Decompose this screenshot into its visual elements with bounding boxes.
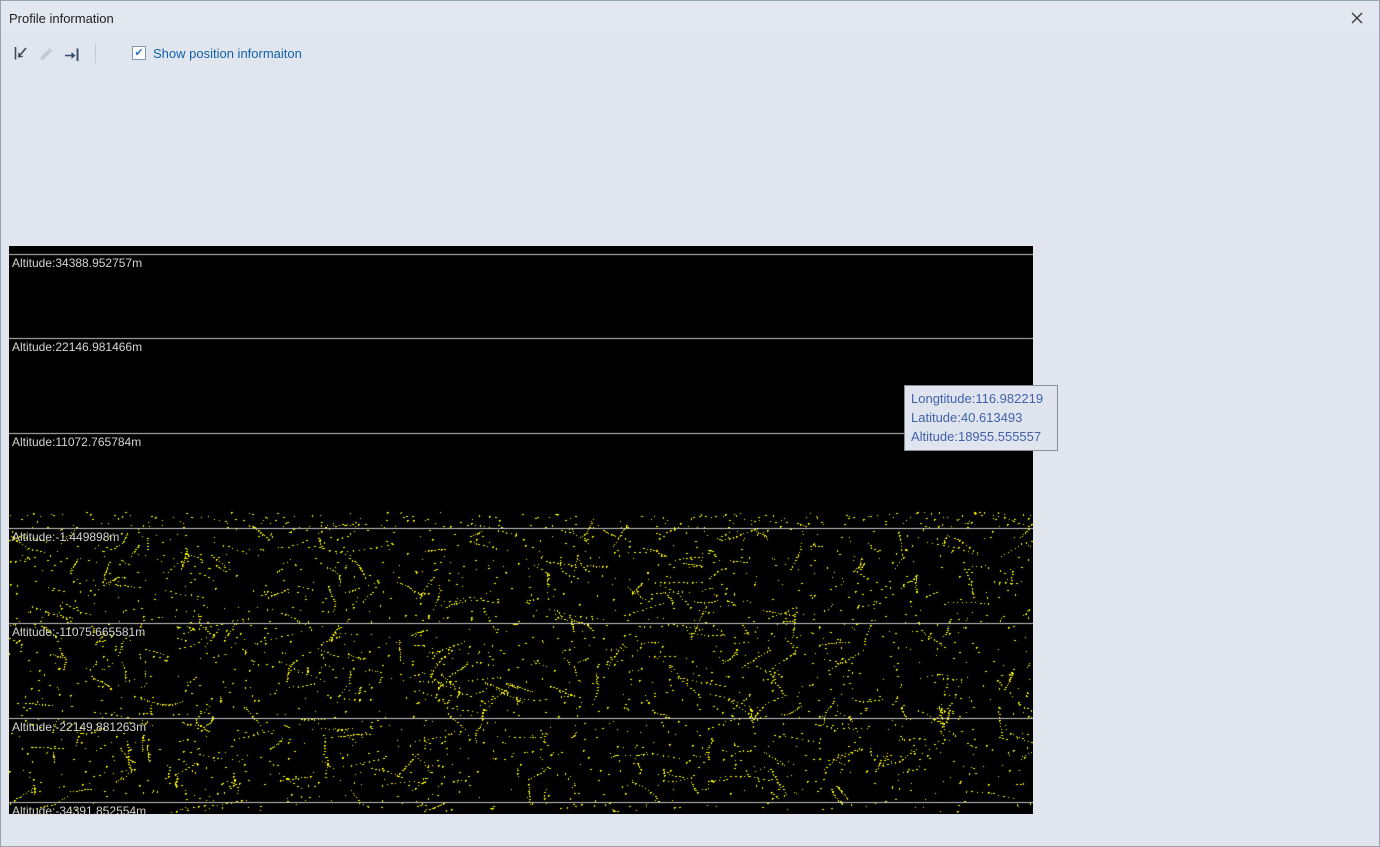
- toolbar-separator: [95, 43, 96, 63]
- window-title: Profile information: [9, 11, 114, 26]
- draw-profile-line-icon[interactable]: [7, 40, 33, 66]
- edit-profile-icon[interactable]: [33, 40, 59, 66]
- profile-information-window: Profile information: [0, 0, 1380, 847]
- export-profile-icon[interactable]: [59, 40, 85, 66]
- altitude-grid-label: Altitude:11072.765784m: [12, 435, 141, 449]
- altitude-grid-label: Altitude:-1.449898m: [12, 530, 119, 544]
- tooltip-altitude-readout: Altitude:18955.555557: [911, 427, 1051, 446]
- altitude-grid-label: Altitude:-22149.881263m: [12, 720, 146, 734]
- tooltip-latitude-readout: Latitude:40.613493: [911, 408, 1051, 427]
- titlebar: Profile information: [1, 1, 1379, 35]
- close-icon[interactable]: [1347, 8, 1367, 28]
- altitude-grid-label: Altitude:34388.952757m: [12, 256, 142, 270]
- altitude-grid-label: Altitude:-34391.852554m: [12, 804, 146, 818]
- tooltip-longitude-readout: Longtitude:116.982219: [911, 389, 1051, 408]
- checkbox-checkmark-icon[interactable]: ✔: [132, 46, 146, 60]
- show-position-checkbox-label[interactable]: Show position informaiton: [153, 46, 302, 61]
- show-position-checkbox[interactable]: ✔ Show position informaiton: [132, 46, 302, 61]
- profile-chart-canvas[interactable]: [9, 246, 1033, 814]
- altitude-grid-label: Altitude:-11075.665581m: [12, 625, 145, 639]
- profile-chart: Longtitude:116.982219 Latitude:40.613493…: [9, 246, 1033, 814]
- altitude-grid-label: Altitude:22146.981466m: [12, 340, 142, 354]
- position-tooltip: Longtitude:116.982219 Latitude:40.613493…: [904, 385, 1058, 451]
- toolbar: ✔ Show position informaiton: [7, 38, 302, 68]
